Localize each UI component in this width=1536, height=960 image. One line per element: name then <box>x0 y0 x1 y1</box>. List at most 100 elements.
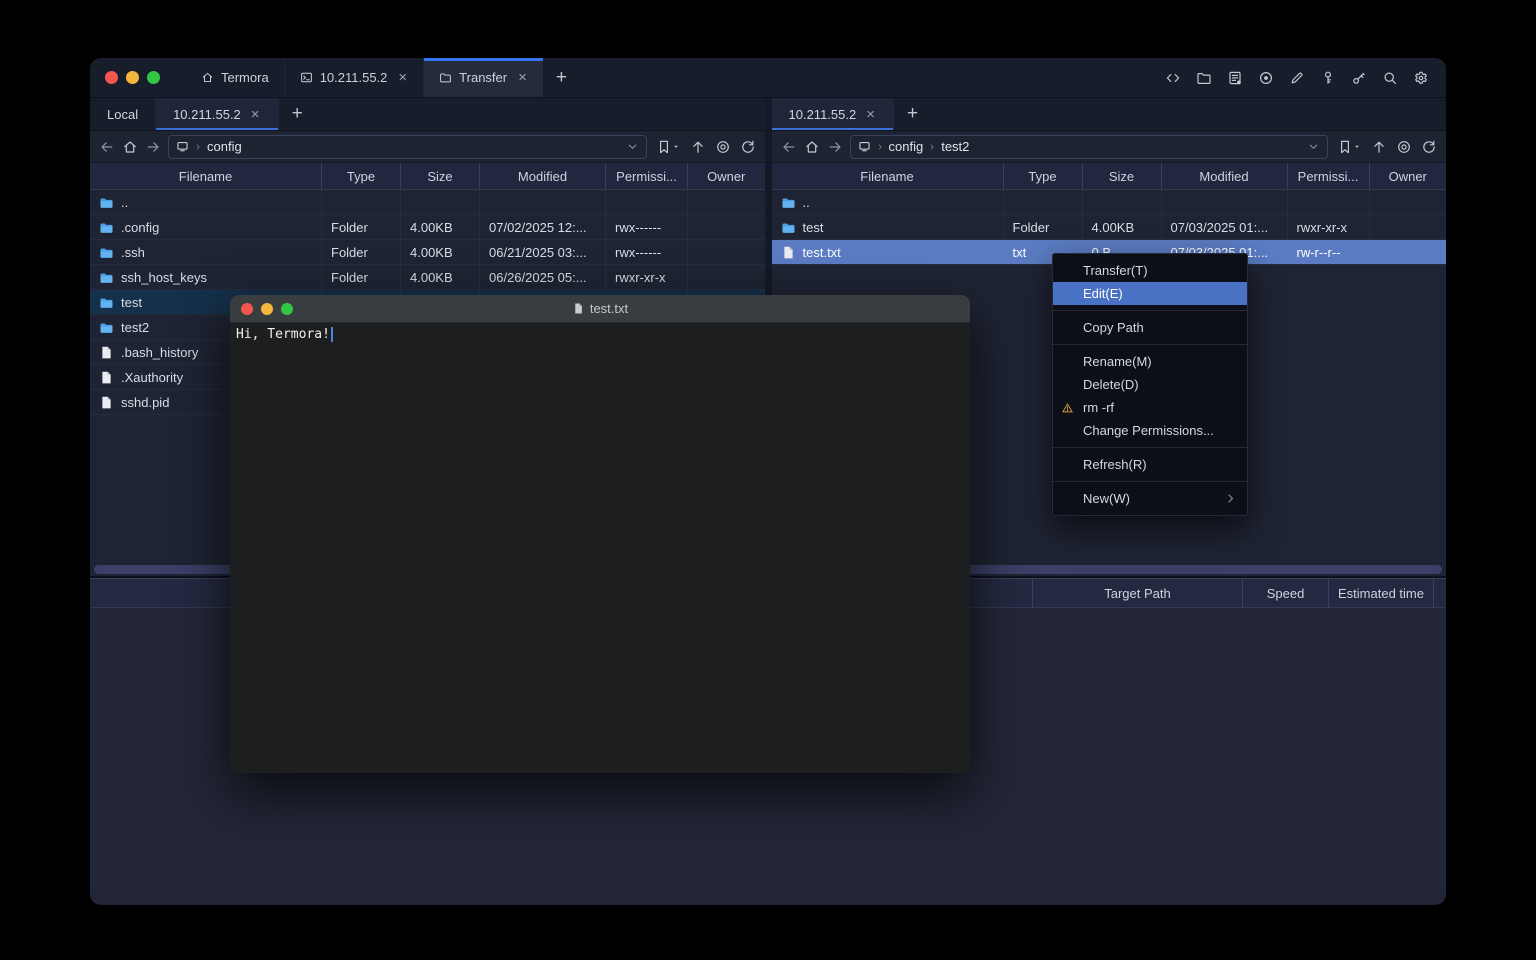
file-permissions <box>1288 190 1370 214</box>
editor-window-controls <box>241 303 293 315</box>
panel-tab-label: Local <box>107 107 138 122</box>
column-header[interactable]: Owner <box>1370 163 1447 189</box>
column-header[interactable]: Type <box>1004 163 1083 189</box>
transfer-column-header[interactable] <box>1433 579 1446 607</box>
column-header[interactable]: Type <box>322 163 401 189</box>
file-name: .config <box>121 220 159 235</box>
file-name: test.txt <box>803 245 841 260</box>
new-panel-tab-button[interactable]: + <box>279 98 316 130</box>
folder-icon[interactable] <box>1192 66 1216 90</box>
bookmark-button[interactable] <box>656 139 681 155</box>
column-header[interactable]: Modified <box>480 163 606 189</box>
minimize-window-button[interactable] <box>126 71 139 84</box>
up-directory-icon[interactable] <box>690 139 706 155</box>
column-header[interactable]: Size <box>401 163 480 189</box>
menu-item-change-permissions-[interactable]: Change Permissions... <box>1053 419 1247 442</box>
folder-icon <box>99 195 114 210</box>
menu-item-refresh-r-[interactable]: Refresh(R) <box>1053 453 1247 476</box>
window-controls <box>105 71 160 84</box>
key-icon[interactable] <box>1316 66 1340 90</box>
file-modified: 07/03/2025 01:... <box>1162 215 1288 239</box>
column-header[interactable]: Owner <box>688 163 765 189</box>
file-row[interactable]: .. <box>772 190 1447 215</box>
file-name: .. <box>803 195 810 210</box>
file-row[interactable]: .config Folder 4.00KB 07/02/2025 12:... … <box>90 215 765 240</box>
file-type <box>1004 190 1083 214</box>
file-size: 4.00KB <box>401 215 480 239</box>
transfer-column-header[interactable]: Speed <box>1242 579 1328 607</box>
file-row[interactable]: .ssh Folder 4.00KB 06/21/2025 03:... rwx… <box>90 240 765 265</box>
editor-title: test.txt <box>230 301 970 316</box>
path-input[interactable]: config test2 <box>850 135 1329 159</box>
chevron-down-icon[interactable] <box>626 140 639 153</box>
column-header[interactable]: Filename <box>772 163 1004 189</box>
menu-item-edit-e-[interactable]: Edit(E) <box>1053 282 1247 305</box>
file-permissions: rwx------ <box>606 215 688 239</box>
folder-icon <box>99 320 114 335</box>
forward-arrow-icon[interactable] <box>827 139 843 155</box>
home-icon[interactable] <box>804 139 820 155</box>
panel-tab-local[interactable]: Local <box>90 98 156 130</box>
record-icon[interactable] <box>1254 66 1278 90</box>
settings-icon[interactable] <box>1409 66 1433 90</box>
panel-tab-10-211-55-2[interactable]: 10.211.55.2 × <box>772 98 894 130</box>
menu-item-rm-rf[interactable]: rm -rf <box>1053 396 1247 419</box>
panel-tab-10-211-55-2[interactable]: 10.211.55.2 × <box>156 98 278 130</box>
refresh-icon[interactable] <box>1421 139 1437 155</box>
app-tab-termora[interactable]: Termora <box>186 58 284 97</box>
close-icon[interactable]: × <box>250 107 261 122</box>
zoom-window-button[interactable] <box>147 71 160 84</box>
column-header[interactable]: Filename <box>90 163 322 189</box>
app-tab-transfer[interactable]: Transfer × <box>423 58 543 97</box>
file-name: test2 <box>121 320 149 335</box>
show-hidden-icon[interactable] <box>1396 139 1412 155</box>
column-header[interactable]: Permissi... <box>606 163 688 189</box>
search-icon[interactable] <box>1378 66 1402 90</box>
editor-minimize-button[interactable] <box>261 303 273 315</box>
close-icon[interactable]: × <box>517 70 528 85</box>
path-segment[interactable]: config <box>207 139 242 154</box>
app-tab-label: Termora <box>221 70 269 85</box>
transfer-column-header[interactable]: Target Path <box>1032 579 1242 607</box>
app-tab-10-211-55-2[interactable]: 10.211.55.2 × <box>284 58 423 97</box>
file-row[interactable]: .. <box>90 190 765 215</box>
chevron-down-icon[interactable] <box>1307 140 1320 153</box>
menu-item-new-w-[interactable]: New(W) <box>1053 487 1247 510</box>
file-row[interactable]: ssh_host_keys Folder 4.00KB 06/26/2025 0… <box>90 265 765 290</box>
up-directory-icon[interactable] <box>1371 139 1387 155</box>
file-row[interactable]: test Folder 4.00KB 07/03/2025 01:... rwx… <box>772 215 1447 240</box>
back-arrow-icon[interactable] <box>99 139 115 155</box>
path-segment[interactable]: test2 <box>941 139 969 154</box>
menu-item-rename-m-[interactable]: Rename(M) <box>1053 350 1247 373</box>
close-window-button[interactable] <box>105 71 118 84</box>
edit-icon[interactable] <box>1285 66 1309 90</box>
editor-close-button[interactable] <box>241 303 253 315</box>
forward-arrow-icon[interactable] <box>145 139 161 155</box>
home-icon[interactable] <box>122 139 138 155</box>
editor-content-area[interactable]: Hi, Termora! <box>230 323 970 346</box>
new-tab-button[interactable]: + <box>543 58 580 97</box>
menu-item-label: Refresh(R) <box>1083 457 1147 472</box>
refresh-icon[interactable] <box>740 139 756 155</box>
show-hidden-icon[interactable] <box>715 139 731 155</box>
log-icon[interactable] <box>1223 66 1247 90</box>
file-icon <box>781 245 796 260</box>
keychain-icon[interactable] <box>1347 66 1371 90</box>
menu-item-transfer-t-[interactable]: Transfer(T) <box>1053 259 1247 282</box>
menu-item-copy-path[interactable]: Copy Path <box>1053 316 1247 339</box>
back-arrow-icon[interactable] <box>781 139 797 155</box>
editor-zoom-button[interactable] <box>281 303 293 315</box>
code-icon[interactable] <box>1161 66 1185 90</box>
path-segment[interactable]: config <box>889 139 924 154</box>
menu-item-delete-d-[interactable]: Delete(D) <box>1053 373 1247 396</box>
column-header[interactable]: Permissi... <box>1288 163 1370 189</box>
transfer-column-header[interactable]: Estimated time <box>1328 579 1433 607</box>
column-header[interactable]: Modified <box>1162 163 1288 189</box>
path-input[interactable]: config <box>168 135 647 159</box>
bookmark-button[interactable] <box>1337 139 1362 155</box>
new-panel-tab-button[interactable]: + <box>894 98 931 130</box>
close-icon[interactable]: × <box>865 107 876 122</box>
close-icon[interactable]: × <box>397 70 408 85</box>
file-icon <box>99 345 114 360</box>
column-header[interactable]: Size <box>1083 163 1162 189</box>
